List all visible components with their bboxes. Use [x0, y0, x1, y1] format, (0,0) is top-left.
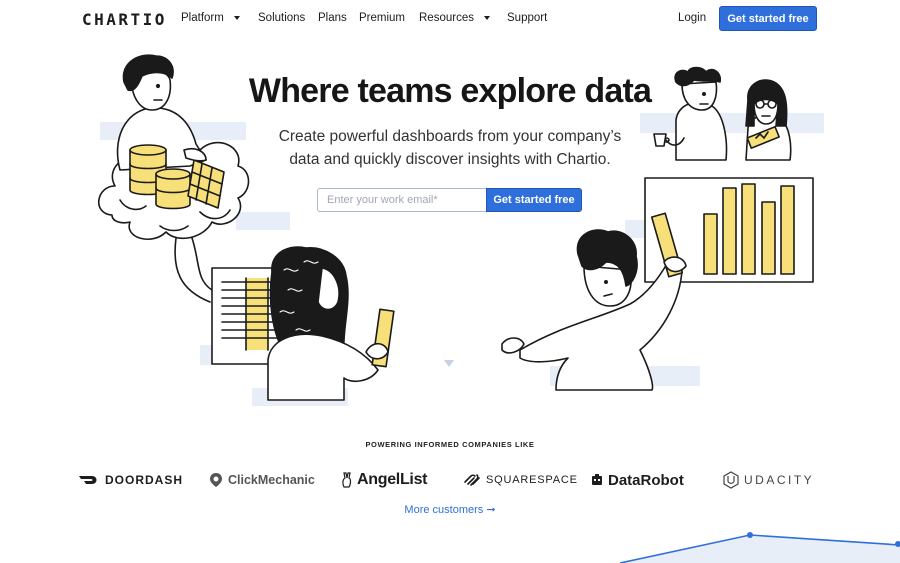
nav-plans[interactable]: Plans — [318, 12, 347, 24]
nav-resources[interactable]: Resources — [419, 12, 490, 24]
datarobot-wordmark: DataRobot — [608, 471, 684, 489]
udacity-logo: UDACITY — [723, 468, 814, 492]
email-input[interactable] — [317, 188, 486, 212]
datarobot-logo: DataRobot — [591, 468, 684, 492]
customer-logos: DOORDASH ClickMechanic AngelList SQUARES… — [78, 468, 818, 492]
scroll-down-icon[interactable] — [444, 360, 454, 367]
doordash-logo-icon — [79, 476, 97, 484]
curly-woman-illustration — [211, 246, 395, 401]
squarespace-logo: SQUARESPACE — [463, 468, 578, 492]
nav-platform[interactable]: Platform — [181, 12, 240, 24]
nav-get-started-button[interactable]: Get started free — [719, 6, 817, 31]
angellist-wordmark: AngelList — [357, 471, 428, 488]
angellist-hand-icon — [342, 472, 352, 488]
nav-solutions-label: Solutions — [258, 12, 306, 24]
bottom-area-chart-decoration — [619, 532, 900, 563]
nav-platform-label: Platform — [181, 12, 224, 24]
top-nav: CHARTIO Platform Solutions Plans Premium… — [0, 0, 900, 38]
login-link[interactable]: Login — [678, 12, 706, 24]
udacity-logo-icon — [723, 471, 739, 489]
nav-resources-label: Resources — [419, 12, 474, 24]
clickmechanic-wordmark: ClickMechanic — [228, 473, 315, 487]
hero-get-started-button[interactable]: Get started free — [486, 188, 582, 212]
nav-premium-label: Premium — [359, 12, 406, 24]
nav-support[interactable]: Support — [507, 12, 547, 24]
more-customers-link-wrap: More customers ➞ — [0, 503, 900, 516]
clickmechanic-logo: ClickMechanic — [209, 468, 315, 492]
squarespace-logo-icon — [464, 474, 480, 486]
more-customers-link[interactable]: More customers ➞ — [404, 504, 495, 516]
caret-down-icon — [233, 16, 240, 20]
hero-title: Where teams explore data — [248, 72, 652, 110]
nav-support-label: Support — [507, 12, 548, 24]
datarobot-logo-icon — [592, 474, 602, 485]
angellist-logo: AngelList — [342, 468, 428, 492]
nav-premium[interactable]: Premium — [359, 12, 405, 24]
customers-heading: POWERING INFORMED COMPANIES LIKE — [365, 440, 535, 449]
doordash-wordmark: DOORDASH — [105, 473, 184, 487]
udacity-wordmark: UDACITY — [744, 473, 815, 487]
clickmechanic-pin-icon — [210, 473, 222, 487]
squarespace-wordmark: SQUARESPACE — [486, 474, 578, 486]
caret-down-icon — [483, 16, 490, 20]
nav-plans-label: Plans — [318, 12, 347, 24]
hero-subtitle: Create powerful dashboards from your com… — [278, 128, 622, 168]
doordash-logo: DOORDASH — [78, 468, 183, 492]
chartio-logo[interactable]: CHARTIO — [82, 10, 167, 29]
nav-solutions[interactable]: Solutions — [258, 12, 305, 24]
